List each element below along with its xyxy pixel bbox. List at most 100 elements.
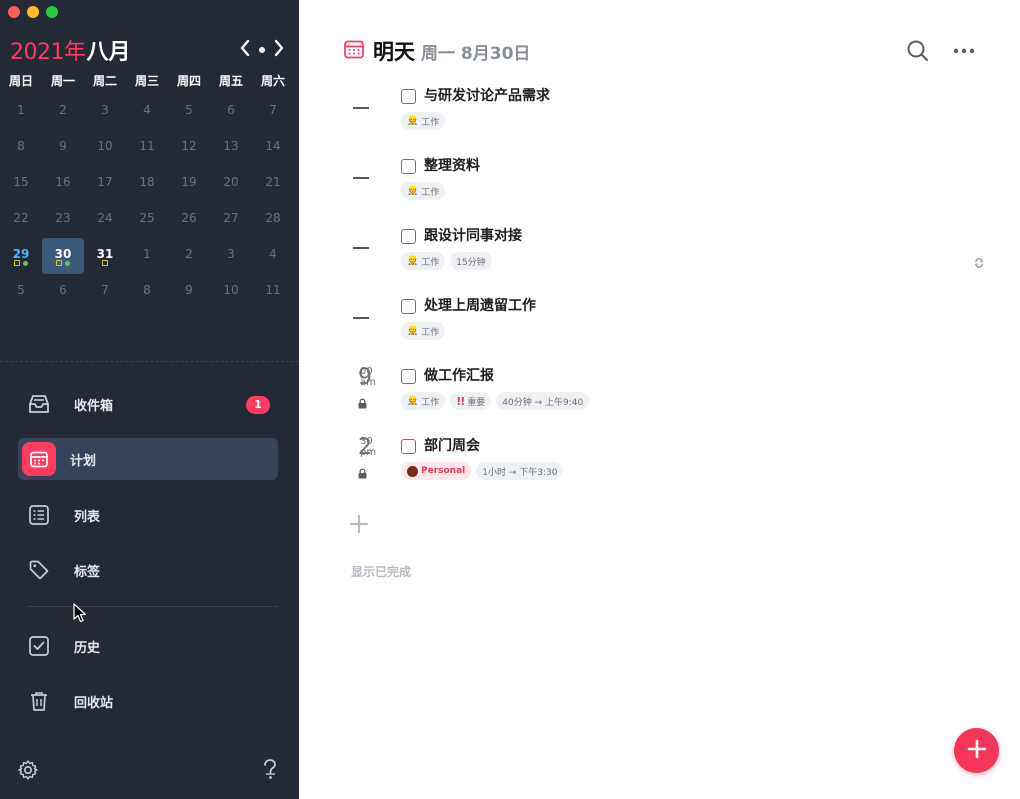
task-title[interactable]: 处理上周遗留工作 [424, 297, 536, 315]
task-row[interactable]: 与研发讨论产品需求 👷 工作 [339, 87, 989, 147]
calendar-day[interactable]: 20 [210, 166, 252, 202]
close-window-button[interactable] [8, 6, 20, 18]
calendar-day[interactable]: 21 [252, 166, 294, 202]
tag-chip[interactable]: 👷 工作 [401, 112, 446, 130]
task-time: 9 00 am [339, 365, 387, 409]
tag-chip[interactable]: 👷 工作 [401, 392, 446, 410]
task-checkbox[interactable] [401, 89, 416, 104]
calendar-day[interactable]: 11 [252, 274, 294, 310]
search-icon[interactable] [905, 38, 931, 64]
calendar-day[interactable]: 25 [126, 202, 168, 238]
calendar-day[interactable]: 5 [168, 94, 210, 130]
calendar-day[interactable]: 6 [210, 94, 252, 130]
calendar-day[interactable]: 4 [252, 238, 294, 274]
calendar-day[interactable]: 14 [252, 130, 294, 166]
calendar-day[interactable]: 2 [168, 238, 210, 274]
duration-chip[interactable]: 1小时 → 下午3:30 [476, 462, 564, 480]
task-row[interactable]: 处理上周遗留工作 👷 工作 [339, 297, 989, 357]
sidebar-item-list[interactable]: 列表 [18, 494, 278, 536]
calendar-day[interactable]: 10 [210, 274, 252, 310]
calendar-day[interactable]: 16 [42, 166, 84, 202]
sidebar-item-label: 列表 [74, 509, 101, 525]
calendar-day-selected[interactable]: 30 [42, 238, 84, 274]
calendar-day[interactable]: 11 [126, 130, 168, 166]
day-markers [0, 260, 42, 266]
tag-chip[interactable]: 👷 工作 [401, 322, 446, 340]
zoom-window-button[interactable] [46, 6, 58, 18]
calendar-day[interactable]: 8 [126, 274, 168, 310]
task-row[interactable]: 9 00 am 做工作汇报 👷 工作 !! 重要 40分钟 → 上午9:40 [339, 367, 989, 427]
duration-chip[interactable]: 15分钟 [450, 252, 492, 270]
calendar-day[interactable]: 1 [126, 238, 168, 274]
calendar-day[interactable]: 19 [168, 166, 210, 202]
task-title[interactable]: 做工作汇报 [424, 367, 494, 385]
priority-chip[interactable]: !! 重要 [450, 392, 492, 410]
task-row[interactable]: 整理资料 👷 工作 [339, 157, 989, 217]
minimize-window-button[interactable] [27, 6, 39, 18]
add-task-plus-icon[interactable] [347, 512, 371, 536]
task-row[interactable]: 跟设计同事对接 👷 工作 15分钟 [339, 227, 989, 287]
task-row[interactable]: 2 30 pm 部门周会 Personal 1小时 → 下午3:30 [339, 437, 989, 497]
calendar-day[interactable]: 7 [84, 274, 126, 310]
calendar-day[interactable]: 2 [42, 94, 84, 130]
time-display: 9 00 am [358, 365, 376, 390]
calendar-day[interactable]: 23 [42, 202, 84, 238]
calendar-day[interactable]: 13 [210, 130, 252, 166]
calendar-day[interactable]: 5 [0, 274, 42, 310]
calendar-day[interactable]: 24 [84, 202, 126, 238]
tag-chip[interactable]: 👷 工作 [401, 252, 446, 270]
calendar-day[interactable]: 10 [84, 130, 126, 166]
show-completed-link[interactable]: 显示已完成 [351, 563, 411, 580]
calendar-color-dot [407, 465, 418, 477]
calendar-day[interactable]: 4 [126, 94, 168, 130]
calendar-day[interactable]: 9 [42, 130, 84, 166]
event-marker-icon [65, 261, 70, 266]
task-title[interactable]: 与研发讨论产品需求 [424, 87, 550, 105]
sidebar-item-label: 计划 [70, 453, 97, 469]
page-subtitle: 周一 8月30日 [421, 43, 531, 64]
calendar-day[interactable]: 28 [252, 202, 294, 238]
calendar-day[interactable]: 22 [0, 202, 42, 238]
sidebar-item-history[interactable]: 历史 [18, 625, 278, 667]
calendar-chip[interactable]: Personal [401, 462, 472, 480]
task-checkbox[interactable] [401, 299, 416, 314]
calendar-day[interactable]: 12 [168, 130, 210, 166]
calendar-day[interactable]: 17 [84, 166, 126, 202]
help-icon[interactable] [257, 757, 283, 783]
task-title[interactable]: 跟设计同事对接 [424, 227, 522, 245]
calendar-day[interactable]: 6 [42, 274, 84, 310]
sidebar-item-tags[interactable]: 标签 [18, 549, 278, 591]
calendar-day[interactable]: 3 [210, 238, 252, 274]
calendar-day[interactable]: 31 [84, 238, 126, 274]
sidebar-item-label: 收件箱 [74, 398, 114, 414]
calendar-day[interactable]: 26 [168, 202, 210, 238]
duration-chip[interactable]: 40分钟 → 上午9:40 [496, 392, 590, 410]
task-title[interactable]: 整理资料 [424, 157, 480, 175]
calendar-day[interactable]: 1 [0, 94, 42, 130]
task-checkbox[interactable] [401, 369, 416, 384]
task-checkbox[interactable] [401, 229, 416, 244]
more-icon[interactable] [951, 38, 977, 64]
sidebar-item-inbox[interactable]: 收件箱 1 [18, 383, 278, 425]
today-dot-icon[interactable] [259, 47, 265, 53]
sidebar-item-plan[interactable]: 计划 [18, 438, 278, 480]
calendar-day[interactable]: 15 [0, 166, 42, 202]
task-title[interactable]: 部门周会 [424, 437, 480, 455]
calendar-day[interactable]: 27 [210, 202, 252, 238]
calendar-day[interactable]: 7 [252, 94, 294, 130]
task-tags: 👷 工作 15分钟 [401, 252, 492, 270]
task-checkbox[interactable] [401, 159, 416, 174]
calendar-day[interactable]: 3 [84, 94, 126, 130]
sidebar-item-trash[interactable]: 回收站 [18, 680, 278, 722]
calendar-day-today[interactable]: 29 [0, 238, 42, 274]
calendar-day[interactable]: 9 [168, 274, 210, 310]
task-checkbox[interactable] [401, 439, 416, 454]
gear-icon[interactable] [15, 757, 41, 783]
task-tags: Personal 1小时 → 下午3:30 [401, 462, 564, 480]
calendar-day[interactable]: 8 [0, 130, 42, 166]
calendar-day[interactable]: 18 [126, 166, 168, 202]
next-month-icon[interactable] [273, 39, 285, 62]
add-button[interactable] [954, 728, 999, 773]
prev-month-icon[interactable] [239, 39, 251, 62]
tag-chip[interactable]: 👷 工作 [401, 182, 446, 200]
